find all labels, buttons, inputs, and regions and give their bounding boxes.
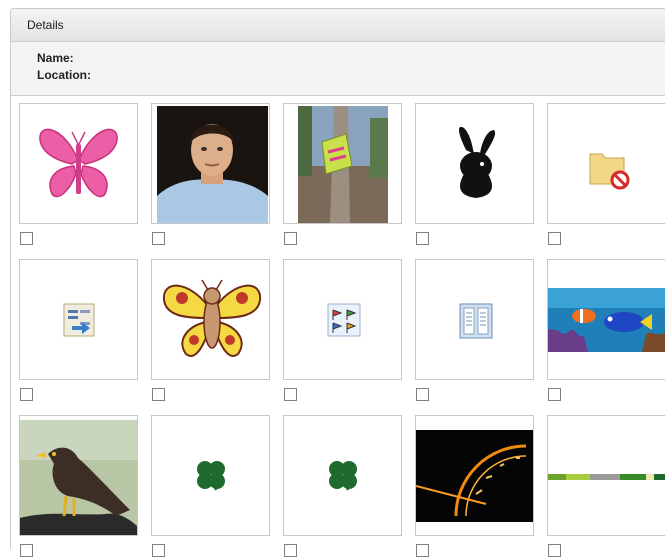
thumbnail-pink-butterfly[interactable]	[19, 103, 138, 224]
thumbnail-document-swap[interactable]	[19, 259, 138, 380]
thumbnail-folder-forbidden[interactable]	[547, 103, 665, 224]
select-checkbox[interactable]	[20, 388, 33, 401]
thumbnail-clownfish-aquarium[interactable]	[547, 259, 665, 380]
bunny-silhouette-icon	[459, 126, 496, 198]
select-checkbox[interactable]	[284, 388, 297, 401]
tree-with-sign-icon	[298, 106, 388, 223]
thumbnail-four-leaf-clover[interactable]	[151, 415, 270, 536]
select-checkbox[interactable]	[152, 544, 165, 557]
select-checkbox[interactable]	[284, 232, 297, 245]
thumbnail-bunny-silhouette[interactable]	[415, 103, 534, 224]
clownfish-aquarium-icon	[548, 288, 665, 352]
myna-bird-icon	[20, 420, 137, 535]
select-checkbox[interactable]	[548, 544, 561, 557]
flags-checklist-icon	[327, 303, 361, 337]
select-checkbox[interactable]	[152, 232, 165, 245]
thumbnail-color-bar-strip[interactable]	[547, 415, 665, 536]
thumbnail-tree-with-sign[interactable]	[283, 103, 402, 224]
thumbnail-flags-checklist[interactable]	[283, 259, 402, 380]
select-checkbox[interactable]	[20, 232, 33, 245]
select-checkbox[interactable]	[416, 232, 429, 245]
thumbnail-four-leaf-clover[interactable]	[283, 415, 402, 536]
select-checkbox[interactable]	[284, 544, 297, 557]
select-checkbox[interactable]	[416, 388, 429, 401]
man-portrait-icon	[157, 106, 268, 223]
speedometer-icon	[416, 430, 533, 522]
location-label: Location:	[37, 68, 91, 82]
open-book-icon	[459, 303, 493, 339]
pink-butterfly-icon	[39, 128, 118, 198]
four-leaf-clover-icon	[329, 461, 357, 491]
folder-forbidden-icon	[589, 153, 630, 190]
details-area: Name: Location:	[11, 42, 665, 96]
thumbnail-myna-bird[interactable]	[19, 415, 138, 536]
document-swap-icon	[63, 303, 95, 337]
cartoon-butterfly-icon	[162, 279, 262, 357]
name-label: Name:	[37, 51, 74, 65]
thumbnail-speedometer[interactable]	[415, 415, 534, 536]
thumbnail-man-portrait[interactable]	[151, 103, 270, 224]
four-leaf-clover-icon	[197, 461, 225, 491]
select-checkbox[interactable]	[20, 544, 33, 557]
color-bar-strip-icon	[548, 474, 665, 480]
select-checkbox[interactable]	[152, 388, 165, 401]
select-checkbox[interactable]	[548, 232, 561, 245]
thumbnail-open-book[interactable]	[415, 259, 534, 380]
select-checkbox[interactable]	[416, 544, 429, 557]
panel-header: Details	[11, 9, 665, 42]
thumbnail-cartoon-butterfly[interactable]	[151, 259, 270, 380]
select-checkbox[interactable]	[548, 388, 561, 401]
panel-title: Details	[27, 18, 64, 32]
